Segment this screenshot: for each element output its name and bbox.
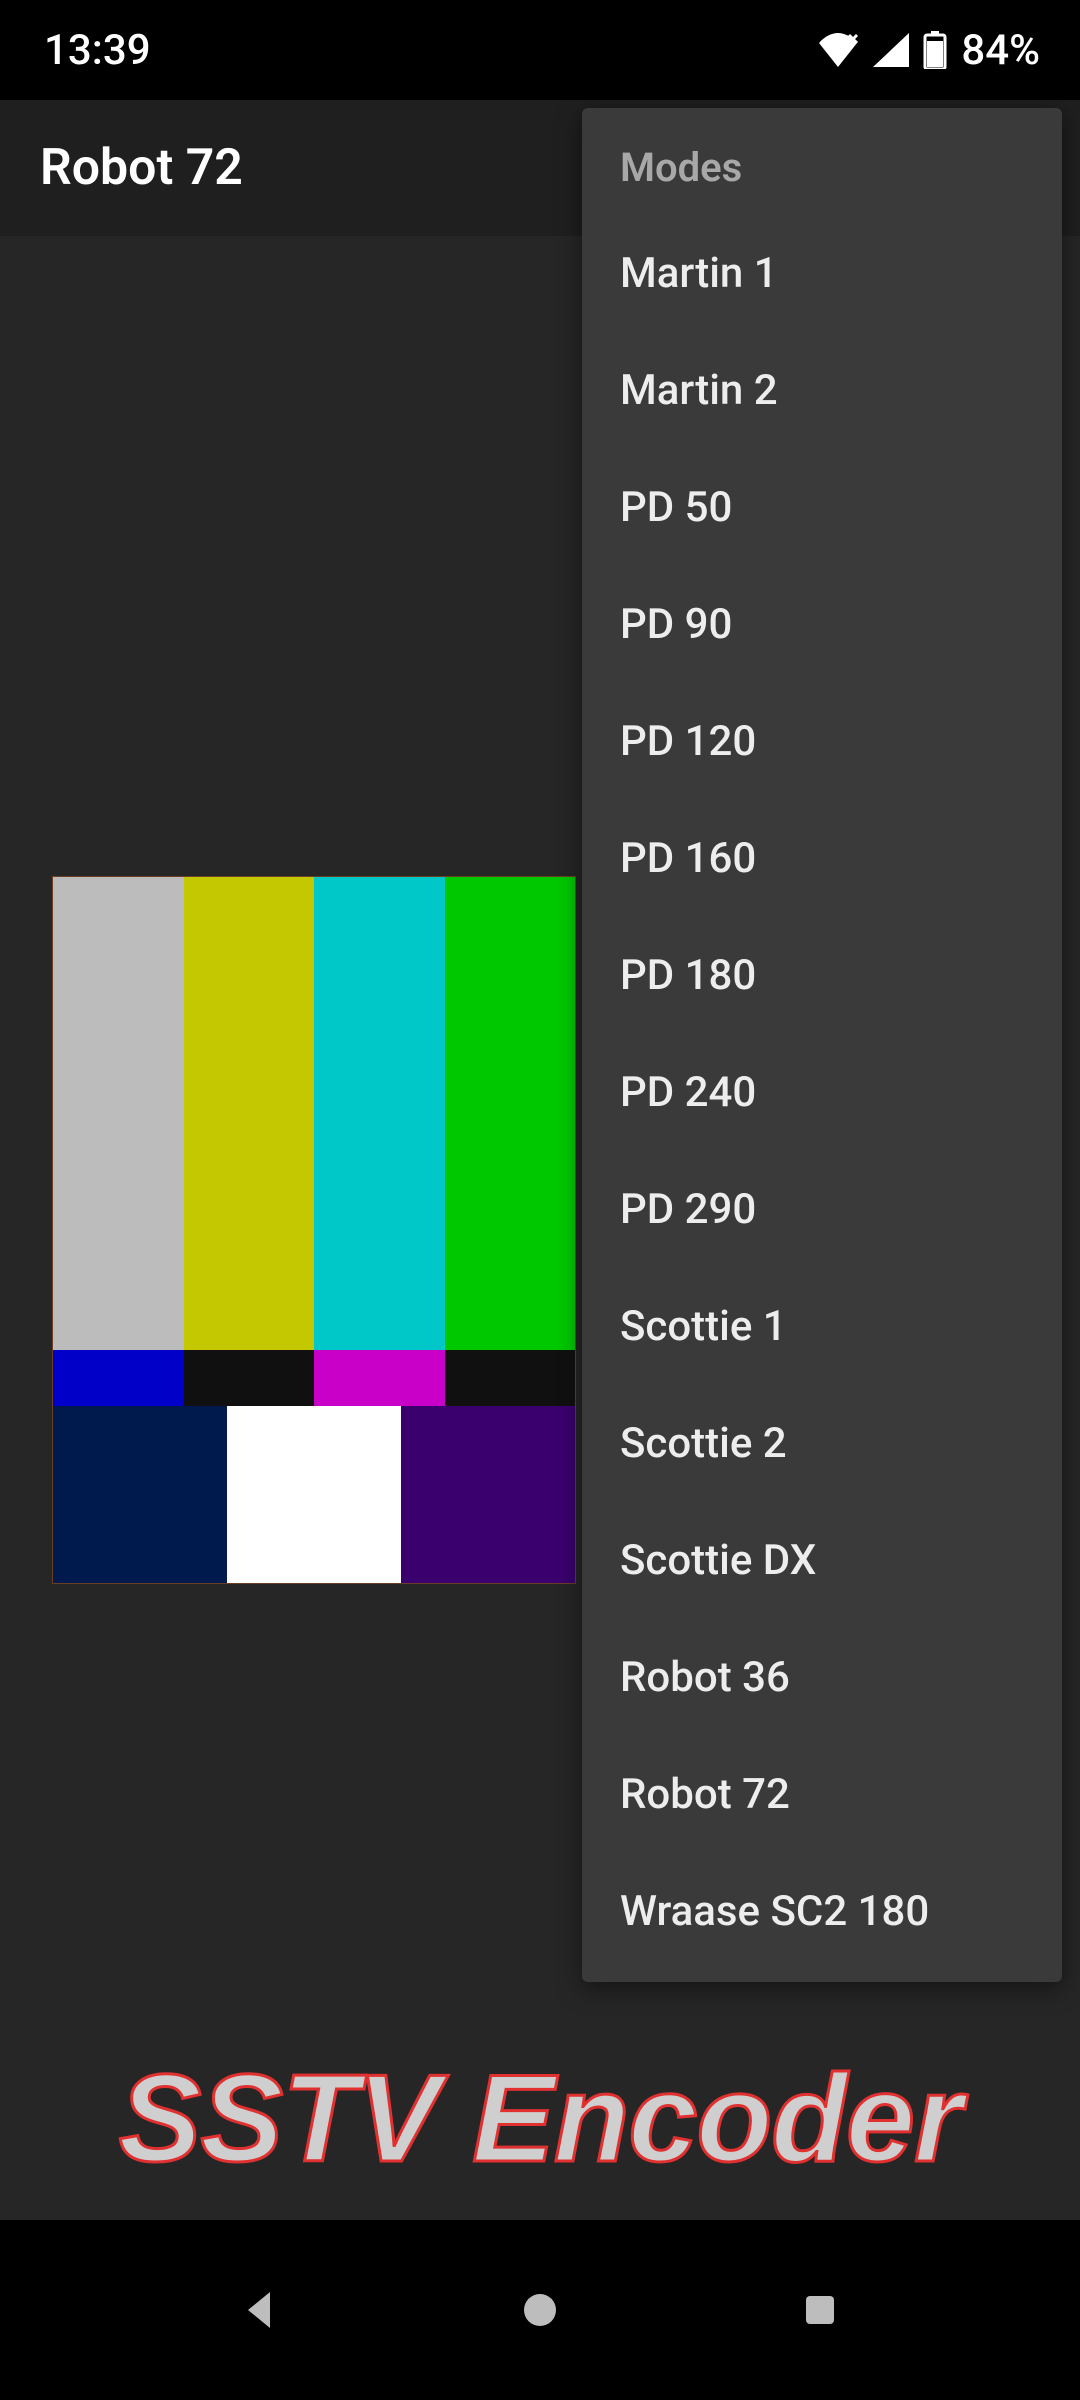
back-icon — [236, 2286, 284, 2334]
mode-option[interactable]: PD 240 — [582, 1034, 1062, 1151]
nav-back-button[interactable] — [236, 2286, 284, 2334]
status-bar: 13:39 84% — [0, 0, 1080, 100]
wifi-icon — [817, 33, 859, 67]
mode-option[interactable]: PD 120 — [582, 683, 1062, 800]
mode-option[interactable]: PD 50 — [582, 449, 1062, 566]
status-time: 13:39 — [44, 26, 151, 75]
home-icon — [516, 2286, 564, 2334]
recent-icon — [796, 2286, 844, 2334]
colorbars-bot — [53, 1406, 575, 1583]
mode-option[interactable]: Scottie 1 — [582, 1268, 1062, 1385]
modes-menu-header: Modes — [582, 108, 1062, 215]
mode-option[interactable]: Robot 72 — [582, 1736, 1062, 1853]
battery-pct: 84% — [961, 26, 1040, 75]
mode-option[interactable]: Martin 1 — [582, 215, 1062, 332]
mode-option[interactable]: Scottie DX — [582, 1502, 1062, 1619]
navigation-bar — [0, 2220, 1080, 2400]
battery-icon — [923, 31, 947, 69]
mode-option[interactable]: PD 290 — [582, 1151, 1062, 1268]
modes-menu: Modes Martin 1 Martin 2 PD 50 PD 90 PD 1… — [582, 108, 1062, 1982]
app-footer-title: SSTV Encoder — [0, 2048, 1080, 2190]
mode-option[interactable]: Martin 2 — [582, 332, 1062, 449]
sstv-preview-image[interactable] — [52, 876, 576, 1584]
nav-recent-button[interactable] — [796, 2286, 844, 2334]
mode-option[interactable]: Robot 36 — [582, 1619, 1062, 1736]
mode-option[interactable]: PD 180 — [582, 917, 1062, 1034]
colorbars-top — [53, 877, 575, 1350]
mode-option[interactable]: PD 90 — [582, 566, 1062, 683]
nav-home-button[interactable] — [516, 2286, 564, 2334]
status-right: 84% — [817, 26, 1040, 75]
cell-signal-icon — [873, 33, 909, 67]
colorbars-mid — [53, 1350, 575, 1406]
mode-option[interactable]: Wraase SC2 180 — [582, 1853, 1062, 1970]
mode-option[interactable]: PD 160 — [582, 800, 1062, 917]
mode-option[interactable]: Scottie 2 — [582, 1385, 1062, 1502]
